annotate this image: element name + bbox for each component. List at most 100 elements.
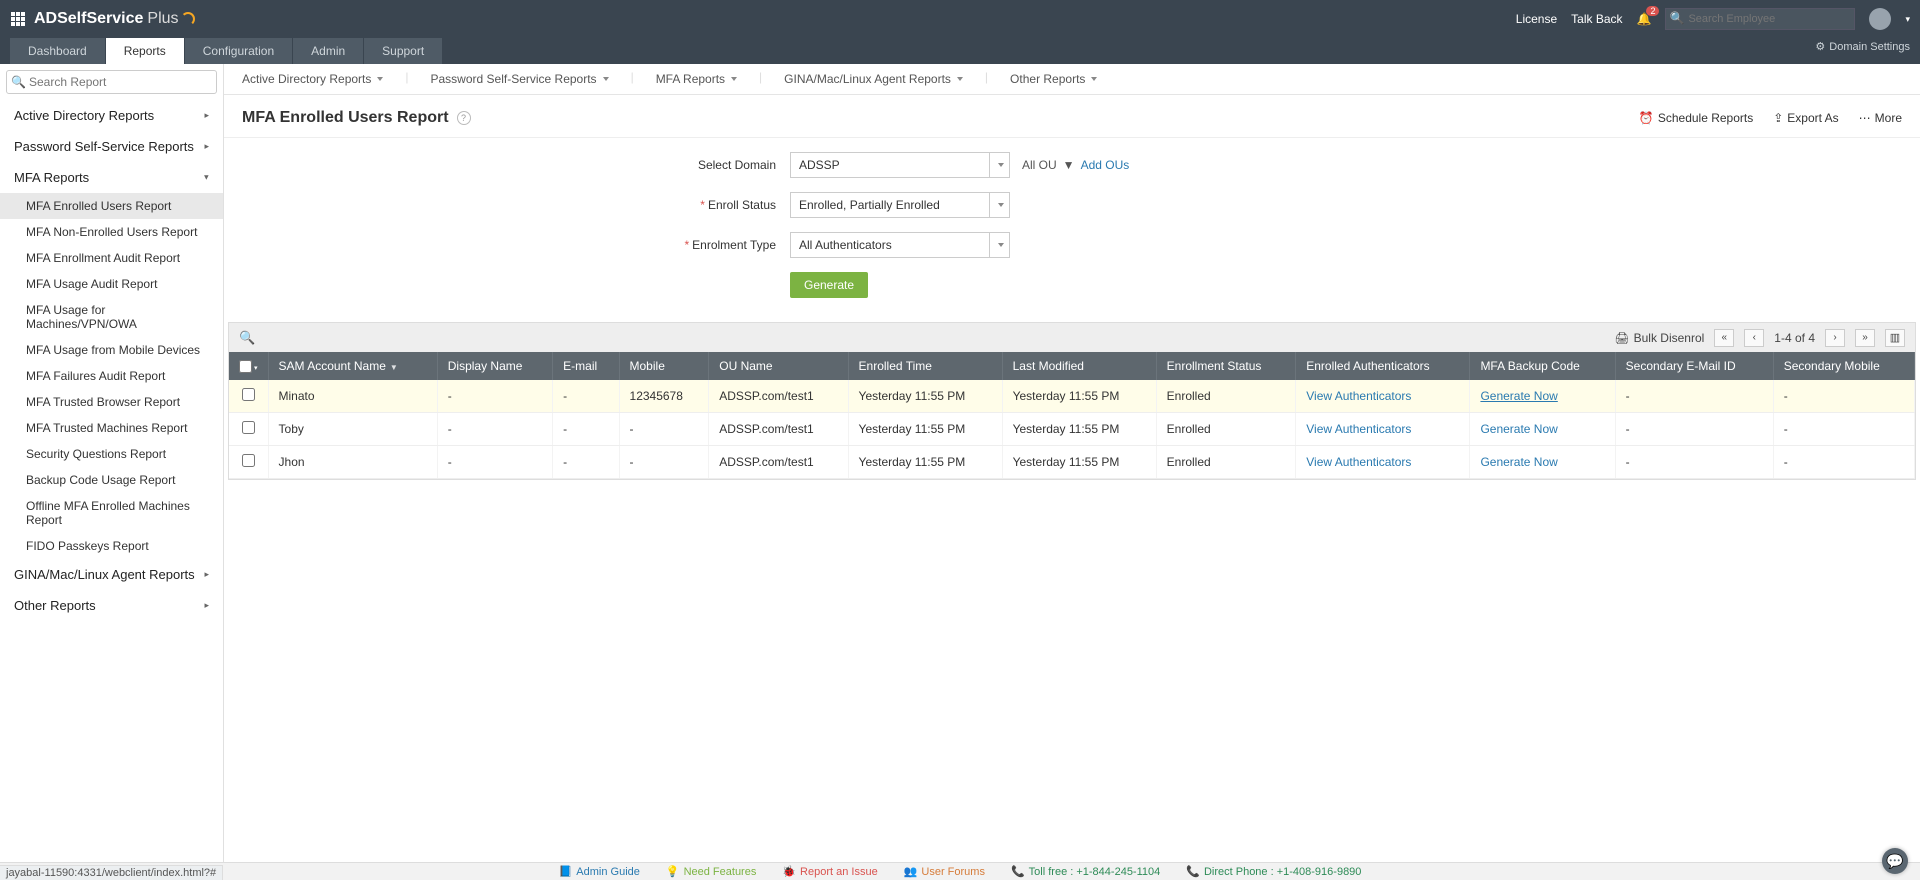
pager-next[interactable]: ›	[1825, 329, 1845, 347]
page-title: MFA Enrolled Users Report	[242, 109, 449, 127]
column-header[interactable]: Secondary E-Mail ID	[1615, 352, 1773, 380]
page-actions: ⏰ Schedule Reports ⇪ Export As ⋯ More	[1639, 111, 1902, 125]
view-authenticators-link[interactable]: View Authenticators	[1306, 422, 1411, 436]
table-scroll[interactable]: ▾SAM Account Name▼Display NameE-mailMobi…	[228, 352, 1916, 480]
help-icon[interactable]: ?	[457, 111, 471, 125]
generate-now-link[interactable]: Generate Now	[1480, 455, 1557, 469]
tab-admin[interactable]: Admin	[293, 38, 364, 64]
column-header[interactable]: MFA Backup Code	[1470, 352, 1615, 380]
domain-settings-button[interactable]: ⚙ Domain Settings	[1815, 40, 1910, 53]
apps-grid-icon[interactable]	[10, 11, 26, 27]
column-header[interactable]: Enrolled Authenticators	[1296, 352, 1470, 380]
license-link[interactable]: License	[1516, 12, 1557, 26]
sidebar-category[interactable]: Other Reports▸	[0, 590, 223, 621]
column-header[interactable]: OU Name	[709, 352, 848, 380]
admin-guide-link[interactable]: 📘 Admin Guide	[559, 865, 640, 878]
sidebar-item[interactable]: MFA Trusted Machines Report	[0, 415, 223, 441]
tab-reports[interactable]: Reports	[106, 38, 185, 64]
column-header[interactable]: Last Modified	[1002, 352, 1156, 380]
generate-button[interactable]: Generate	[790, 272, 868, 298]
cell: View Authenticators	[1296, 413, 1470, 446]
row-checkbox-cell[interactable]	[229, 446, 268, 479]
cell: -	[437, 413, 552, 446]
sidebar-category[interactable]: Active Directory Reports▸	[0, 100, 223, 131]
sidebar-item[interactable]: MFA Enrollment Audit Report	[0, 245, 223, 271]
select-domain-dropdown[interactable]: ADSSP	[790, 152, 1010, 178]
sidebar-item[interactable]: FIDO Passkeys Report	[0, 533, 223, 559]
user-menu-caret[interactable]: ▾	[1905, 14, 1910, 25]
pager-text: 1-4 of 4	[1774, 331, 1815, 345]
sidebar-item[interactable]: MFA Failures Audit Report	[0, 363, 223, 389]
sidebar-category[interactable]: Password Self-Service Reports▸	[0, 131, 223, 162]
separator: |	[631, 70, 634, 88]
column-header[interactable]: Display Name	[437, 352, 552, 380]
column-header[interactable]: Enrollment Status	[1156, 352, 1296, 380]
sidebar-item[interactable]: MFA Usage for Machines/VPN/OWA	[0, 297, 223, 337]
sidebar-category[interactable]: MFA Reports▸	[0, 162, 223, 193]
view-authenticators-link[interactable]: View Authenticators	[1306, 389, 1411, 403]
search-employee-input[interactable]	[1665, 8, 1855, 30]
secnav-item[interactable]: Other Reports	[1010, 70, 1097, 88]
bulk-disenrol-button[interactable]: 🖨 Bulk Disenrol	[1614, 331, 1704, 345]
talkback-link[interactable]: Talk Back	[1571, 12, 1622, 26]
pager-last[interactable]: »	[1855, 329, 1875, 347]
report-issue-link[interactable]: 🐞 Report an Issue	[782, 865, 877, 878]
column-header[interactable]: Enrolled Time	[848, 352, 1002, 380]
cell: ADSSP.com/test1	[709, 413, 848, 446]
secnav-item[interactable]: MFA Reports	[656, 70, 737, 88]
need-features-link[interactable]: 💡 Need Features	[666, 865, 756, 878]
sidebar-item[interactable]: Security Questions Report	[0, 441, 223, 467]
user-avatar[interactable]	[1869, 8, 1891, 30]
cell: -	[553, 380, 619, 413]
filter-icon[interactable]: ▼	[1063, 158, 1075, 172]
cell: Minato	[268, 380, 437, 413]
domain-settings-label: Domain Settings	[1829, 41, 1910, 53]
chevron-down-icon	[989, 193, 1009, 217]
sidebar-item[interactable]: MFA Usage Audit Report	[0, 271, 223, 297]
add-ous-link[interactable]: Add OUs	[1081, 158, 1130, 172]
cell: Generate Now	[1470, 413, 1615, 446]
search-report-input[interactable]	[6, 70, 217, 94]
row-checkbox-cell[interactable]	[229, 413, 268, 446]
select-domain-value: ADSSP	[799, 158, 840, 172]
column-header[interactable]: Secondary Mobile	[1773, 352, 1914, 380]
select-all-header[interactable]: ▾	[229, 352, 268, 380]
column-header[interactable]: SAM Account Name▼	[268, 352, 437, 380]
bulk-disenrol-label: Bulk Disenrol	[1634, 331, 1705, 345]
more-button[interactable]: ⋯ More	[1859, 111, 1902, 125]
sidebar-item[interactable]: MFA Non-Enrolled Users Report	[0, 219, 223, 245]
tab-dashboard[interactable]: Dashboard	[10, 38, 106, 64]
enrolment-type-dropdown[interactable]: All Authenticators	[790, 232, 1010, 258]
sidebar-item[interactable]: MFA Enrolled Users Report	[0, 193, 223, 219]
pager-first[interactable]: «	[1714, 329, 1734, 347]
column-settings-icon[interactable]: ▥	[1885, 329, 1905, 347]
view-authenticators-link[interactable]: View Authenticators	[1306, 455, 1411, 469]
table-search-icon[interactable]: 🔍	[239, 330, 255, 346]
generate-now-link[interactable]: Generate Now	[1480, 422, 1557, 436]
tab-configuration[interactable]: Configuration	[185, 38, 293, 64]
row-checkbox-cell[interactable]	[229, 380, 268, 413]
filter-form: Select Domain ADSSP All OU ▼ Add OUs *En…	[224, 138, 1920, 322]
export-as-button[interactable]: ⇪ Export As	[1773, 111, 1838, 125]
pager-prev[interactable]: ‹	[1744, 329, 1764, 347]
tab-support[interactable]: Support	[364, 38, 443, 64]
column-header[interactable]: Mobile	[619, 352, 709, 380]
cell: -	[1773, 413, 1914, 446]
sidebar-item[interactable]: MFA Trusted Browser Report	[0, 389, 223, 415]
schedule-reports-button[interactable]: ⏰ Schedule Reports	[1639, 111, 1753, 125]
enroll-status-value: Enrolled, Partially Enrolled	[799, 198, 940, 212]
secnav-item[interactable]: Password Self-Service Reports	[431, 70, 609, 88]
secnav-item[interactable]: GINA/Mac/Linux Agent Reports	[784, 70, 963, 88]
user-forums-link[interactable]: 👥 User Forums	[904, 865, 985, 878]
chat-fab-icon[interactable]: 💬	[1882, 848, 1908, 874]
notifications-icon[interactable]: 🔔2	[1637, 12, 1652, 26]
status-bar-url: jayabal-11590:4331/webclient/index.html?…	[0, 865, 223, 880]
secnav-item[interactable]: Active Directory Reports	[242, 70, 383, 88]
sidebar-item[interactable]: Offline MFA Enrolled Machines Report	[0, 493, 223, 533]
enroll-status-dropdown[interactable]: Enrolled, Partially Enrolled	[790, 192, 1010, 218]
sidebar-category[interactable]: GINA/Mac/Linux Agent Reports▸	[0, 559, 223, 590]
sidebar-item[interactable]: MFA Usage from Mobile Devices	[0, 337, 223, 363]
sidebar-item[interactable]: Backup Code Usage Report	[0, 467, 223, 493]
column-header[interactable]: E-mail	[553, 352, 619, 380]
generate-now-link[interactable]: Generate Now	[1480, 389, 1557, 403]
